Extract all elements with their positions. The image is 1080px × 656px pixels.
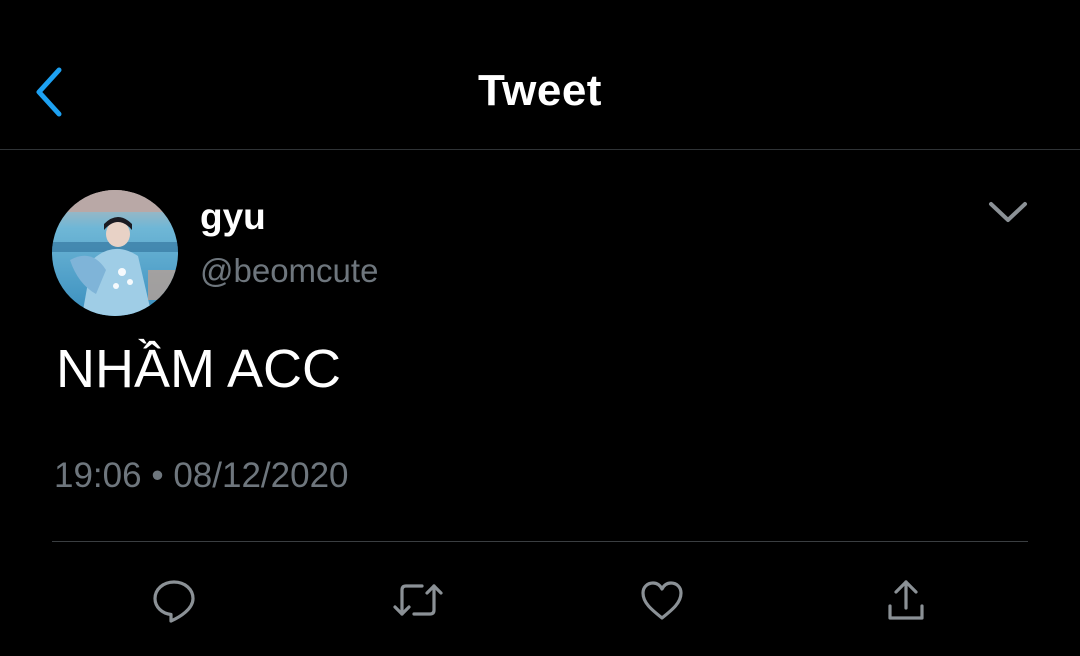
comment-icon (153, 580, 195, 623)
like-button[interactable] (634, 572, 690, 628)
page-title: Tweet (478, 66, 602, 115)
chevron-down-icon (989, 202, 1027, 222)
retweet-button[interactable] (390, 572, 446, 628)
timestamp-separator: • (151, 456, 164, 495)
divider (52, 541, 1028, 542)
tweet-time: 19:06 (54, 456, 142, 495)
tweet-date: 08/12/2020 (173, 456, 349, 495)
author-handle[interactable]: @beomcute (200, 252, 378, 290)
reply-button[interactable] (146, 572, 202, 628)
share-button[interactable] (878, 572, 934, 628)
share-icon (888, 580, 924, 620)
retweet-icon (393, 584, 443, 616)
heart-icon (641, 581, 683, 620)
more-options-button[interactable] (980, 190, 1036, 234)
avatar-image (52, 190, 178, 316)
tweet-timestamp: 19:06 • 08/12/2020 (54, 456, 349, 496)
tweet-text: NHẦM ACC (56, 339, 342, 399)
author-display-name[interactable]: gyu (200, 196, 266, 238)
avatar[interactable] (52, 190, 178, 316)
app-header: Tweet (0, 0, 1080, 150)
